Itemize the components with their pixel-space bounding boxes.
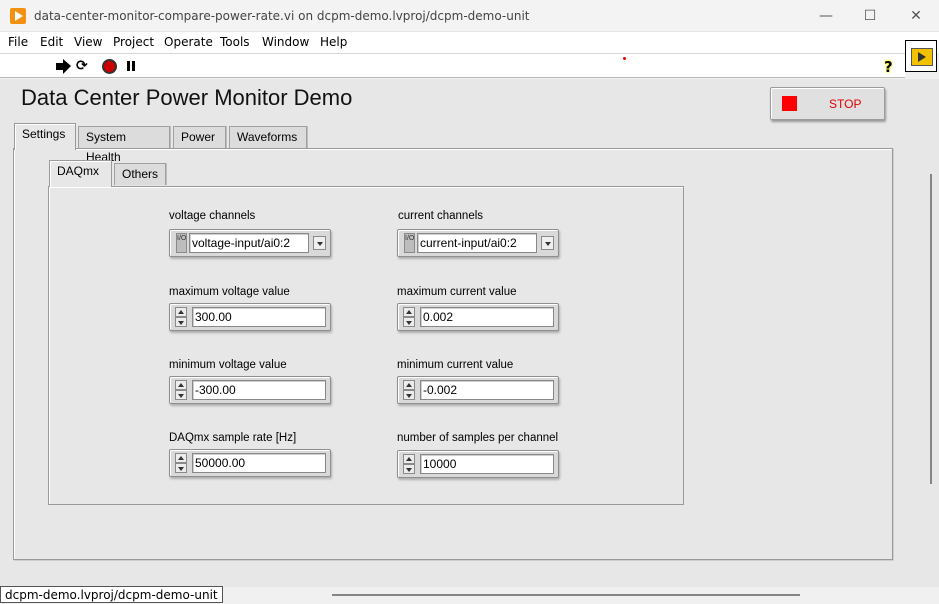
max-voltage-label: maximum voltage value — [169, 286, 290, 298]
run-continuously-icon[interactable]: ⟳ — [76, 59, 91, 74]
min-current-input[interactable]: -0.002 — [420, 380, 554, 400]
tab-waveforms[interactable]: Waveforms — [229, 126, 307, 148]
stop-button[interactable]: STOP — [770, 87, 885, 120]
io-name-icon: I/O — [404, 233, 415, 253]
vertical-scrollbar-thumb[interactable] — [930, 174, 932, 484]
io-name-icon: I/O — [176, 233, 187, 253]
horizontal-scrollbar-thumb[interactable] — [332, 594, 800, 596]
toolbar: ⟳ ? — [0, 53, 905, 78]
samples-per-channel-input[interactable]: 10000 — [420, 454, 554, 474]
decrement-icon[interactable] — [175, 463, 187, 473]
minimize-button[interactable]: — — [803, 0, 849, 32]
tab-settings[interactable]: Settings — [14, 123, 76, 150]
max-voltage-input[interactable]: 300.00 — [192, 307, 326, 327]
current-channels-dropdown-icon[interactable] — [541, 236, 554, 250]
increment-icon[interactable] — [403, 307, 415, 317]
menu-project[interactable]: Project — [113, 35, 154, 49]
max-current-input[interactable]: 0.002 — [420, 307, 554, 327]
min-voltage-input[interactable]: -300.00 — [192, 380, 326, 400]
decrement-icon[interactable] — [403, 390, 415, 400]
increment-icon[interactable] — [175, 380, 187, 390]
tab-others[interactable]: Others — [114, 163, 166, 185]
vi-connector-icon[interactable] — [905, 40, 937, 72]
menu-help[interactable]: Help — [320, 35, 347, 49]
max-current-label: maximum current value — [397, 286, 517, 298]
voltage-channels-value[interactable]: voltage-input/ai0:2 — [189, 233, 309, 253]
increment-icon[interactable] — [403, 380, 415, 390]
tab-system-health[interactable]: System Health — [78, 126, 170, 164]
menu-bar: File Edit View Project Operate Tools Win… — [0, 32, 939, 53]
min-voltage-control[interactable]: -300.00 — [169, 376, 331, 404]
sample-rate-input[interactable]: 50000.00 — [192, 453, 326, 473]
min-current-spinner[interactable] — [403, 380, 415, 400]
vertical-scrollbar[interactable] — [924, 79, 939, 587]
labview-app-icon — [10, 8, 26, 24]
increment-icon[interactable] — [175, 307, 187, 317]
context-help-icon[interactable]: ? — [884, 58, 893, 76]
increment-icon[interactable] — [403, 454, 415, 464]
run-arrow-icon[interactable] — [56, 59, 71, 74]
project-path-status: dcpm-demo.lvproj/dcpm-demo-unit — [0, 586, 223, 603]
samples-per-channel-control[interactable]: 10000 — [397, 450, 559, 478]
sample-rate-spinner[interactable] — [175, 453, 187, 473]
abort-execution-icon[interactable] — [102, 59, 117, 74]
samples-per-channel-spinner[interactable] — [403, 454, 415, 474]
pause-icon[interactable] — [125, 59, 140, 74]
sample-rate-label: DAQmx sample rate [Hz] — [169, 432, 297, 444]
menu-tools[interactable]: Tools — [220, 35, 250, 49]
increment-icon[interactable] — [175, 453, 187, 463]
daqmx-tab-panel — [48, 186, 684, 505]
voltage-channels-label: voltage channels — [169, 210, 256, 222]
status-dot-icon — [623, 57, 626, 60]
voltage-channels-selector[interactable]: I/O voltage-input/ai0:2 — [169, 229, 331, 257]
close-button[interactable]: ✕ — [893, 0, 939, 32]
maximize-button[interactable]: ☐ — [847, 0, 893, 32]
samples-per-channel-label: number of samples per channel — [397, 432, 559, 444]
min-voltage-label: minimum voltage value — [169, 359, 287, 371]
menu-file[interactable]: File — [8, 35, 28, 49]
page-title: Data Center Power Monitor Demo — [21, 85, 353, 110]
min-voltage-spinner[interactable] — [175, 380, 187, 400]
sample-rate-control[interactable]: 50000.00 — [169, 449, 331, 477]
title-bar: data-center-monitor-compare-power-rate.v… — [0, 0, 939, 32]
voltage-channels-dropdown-icon[interactable] — [313, 236, 326, 250]
menu-view[interactable]: View — [74, 35, 102, 49]
menu-operate[interactable]: Operate — [164, 35, 213, 49]
max-current-control[interactable]: 0.002 — [397, 303, 559, 331]
decrement-icon[interactable] — [175, 390, 187, 400]
menu-window[interactable]: Window — [262, 35, 309, 49]
min-current-control[interactable]: -0.002 — [397, 376, 559, 404]
decrement-icon[interactable] — [403, 464, 415, 474]
decrement-icon[interactable] — [403, 317, 415, 327]
max-voltage-control[interactable]: 300.00 — [169, 303, 331, 331]
window-title: data-center-monitor-compare-power-rate.v… — [34, 9, 530, 23]
menu-edit[interactable]: Edit — [40, 35, 63, 49]
current-channels-value[interactable]: current-input/ai0:2 — [417, 233, 537, 253]
current-channels-label: current channels — [398, 210, 484, 222]
current-channels-selector[interactable]: I/O current-input/ai0:2 — [397, 229, 559, 257]
max-current-spinner[interactable] — [403, 307, 415, 327]
max-voltage-spinner[interactable] — [175, 307, 187, 327]
decrement-icon[interactable] — [175, 317, 187, 327]
stop-square-icon — [782, 96, 797, 111]
min-current-label: minimum current value — [397, 359, 514, 371]
tab-daqmx[interactable]: DAQmx — [49, 160, 112, 187]
stop-label: STOP — [829, 97, 862, 111]
tab-power[interactable]: Power — [173, 126, 226, 148]
